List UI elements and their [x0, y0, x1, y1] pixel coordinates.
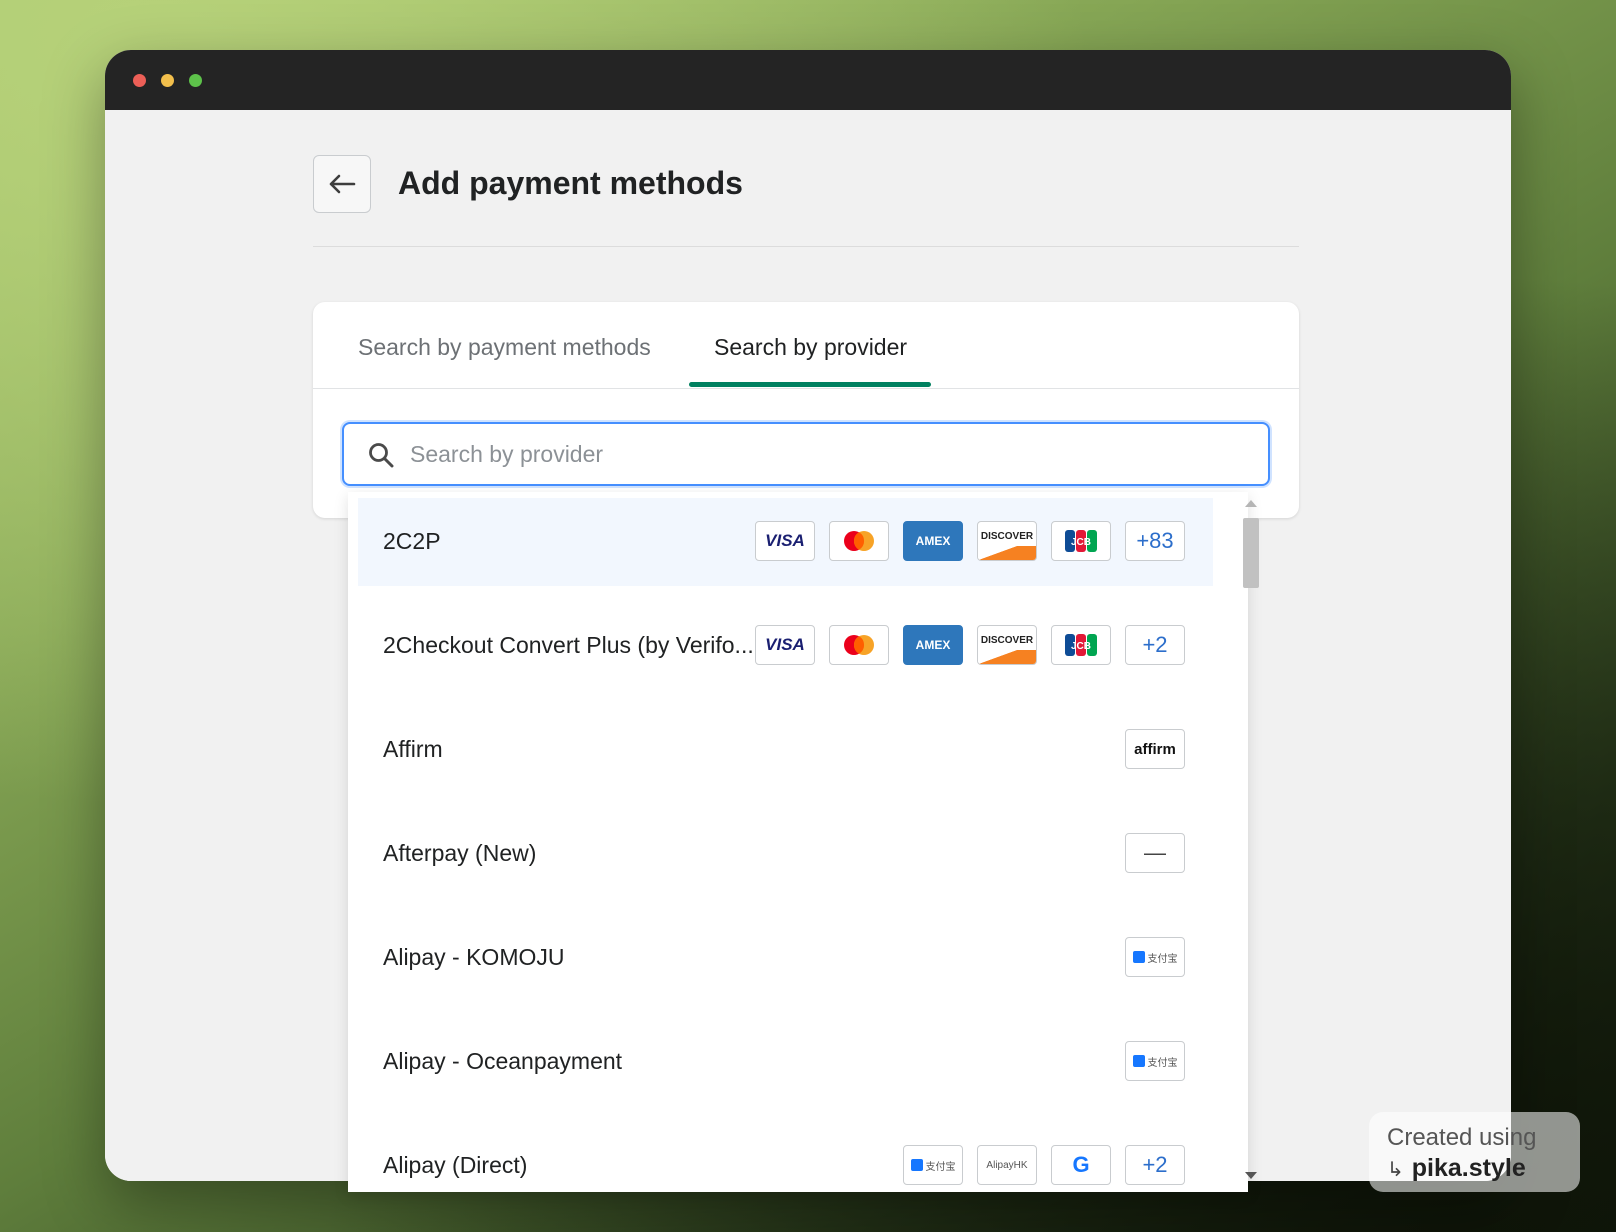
discover-logo-icon: DISCOVER [977, 625, 1037, 665]
g-logo-icon: G [1051, 1145, 1111, 1185]
provider-row-2c2p[interactable]: 2C2P VISA AMEX DISCOVER JCB +83 [358, 498, 1213, 586]
search-field[interactable] [342, 422, 1270, 486]
back-button[interactable] [313, 155, 371, 213]
provider-row-2checkout[interactable]: 2Checkout Convert Plus (by Verifo... VIS… [358, 602, 1213, 690]
close-window-button[interactable] [133, 74, 146, 87]
provider-row-alipay-komoju[interactable]: Alipay - KOMOJU 支付宝 [358, 914, 1213, 1002]
more-methods-badge: +83 [1125, 521, 1185, 561]
discover-text: DISCOVER [980, 634, 1034, 646]
provider-name: Alipay (Direct) [383, 1152, 528, 1178]
header-divider [313, 246, 1299, 247]
zoom-window-button[interactable] [189, 74, 202, 87]
search-icon [369, 443, 394, 468]
visa-logo-icon: VISA [755, 625, 815, 665]
jcb-logo-icon: JCB [1051, 625, 1111, 665]
jcb-logo-icon: JCB [1051, 521, 1111, 561]
mastercard-logo-icon [829, 521, 889, 561]
svg-text:JCB: JCB [1071, 537, 1091, 548]
scroll-down-arrow-icon[interactable] [1245, 1172, 1257, 1179]
payment-logos: VISA AMEX DISCOVER JCB +83 [755, 521, 1185, 561]
provider-name: Alipay - KOMOJU [383, 944, 565, 970]
provider-name: 2C2P [383, 528, 441, 554]
affirm-logo-icon: affirm [1125, 729, 1185, 769]
payment-logos: — [1125, 833, 1185, 873]
amex-logo-icon: AMEX [903, 625, 963, 665]
svg-text:JCB: JCB [1071, 641, 1091, 652]
provider-name: Alipay - Oceanpayment [383, 1048, 623, 1074]
return-arrow-icon: ↳ [1387, 1159, 1404, 1181]
payment-logos: VISA AMEX DISCOVER JCB +2 [755, 625, 1185, 665]
provider-name: 2Checkout Convert Plus (by Verifo... [383, 632, 754, 658]
search-card: Search by payment methods Search by prov… [313, 302, 1299, 518]
search-input[interactable] [410, 436, 1250, 472]
watermark-line2: ↳ pika.style [1387, 1154, 1562, 1183]
payment-logos: affirm [1125, 729, 1185, 769]
payment-logos: 支付宝 [1125, 937, 1185, 977]
provider-name: Affirm [383, 736, 443, 762]
discover-logo-icon: DISCOVER [977, 521, 1037, 561]
provider-row-afterpay[interactable]: Afterpay (New) — [358, 810, 1213, 898]
watermark-line1: Created using [1387, 1124, 1537, 1151]
more-methods-badge: +2 [1125, 625, 1185, 665]
provider-dropdown: 2C2P VISA AMEX DISCOVER JCB +83 2Checkou… [348, 492, 1248, 1192]
page-title: Add payment methods [398, 165, 743, 201]
provider-name: Afterpay (New) [383, 840, 537, 866]
scroll-thumb[interactable] [1243, 518, 1259, 588]
provider-row-alipay-direct[interactable]: Alipay (Direct) 支付宝 AlipayHK G +2 [358, 1122, 1213, 1192]
dropdown-scrollbar[interactable] [1240, 492, 1262, 1182]
amex-logo-icon: AMEX [903, 521, 963, 561]
alipayhk-logo-icon: AlipayHK [977, 1145, 1037, 1185]
active-tab-indicator [689, 382, 931, 387]
alipay-logo-icon: 支付宝 [1125, 1041, 1185, 1081]
alipay-text: 支付宝 [1147, 1057, 1178, 1069]
provider-row-affirm[interactable]: Affirm affirm [358, 706, 1213, 794]
tab-search-by-payment-methods[interactable]: Search by payment methods [358, 334, 651, 361]
payment-logos: 支付宝 AlipayHK G +2 [903, 1145, 1185, 1185]
alipay-logo-icon: 支付宝 [1125, 937, 1185, 977]
alipay-text: 支付宝 [925, 1161, 956, 1173]
more-methods-badge: +2 [1125, 1145, 1185, 1185]
tab-bar: Search by payment methods Search by prov… [313, 302, 1299, 389]
watermark-badge: Created using ↳ pika.style [1369, 1112, 1580, 1192]
visa-logo-icon: VISA [755, 521, 815, 561]
alipay-text: 支付宝 [1147, 953, 1178, 965]
minimize-window-button[interactable] [161, 74, 174, 87]
discover-text: DISCOVER [980, 530, 1034, 542]
dash-placeholder-icon: — [1125, 833, 1185, 873]
arrow-left-icon [329, 174, 356, 194]
scroll-up-arrow-icon[interactable] [1245, 500, 1257, 507]
provider-row-alipay-oceanpayment[interactable]: Alipay - Oceanpayment 支付宝 [358, 1018, 1213, 1106]
mastercard-logo-icon [829, 625, 889, 665]
watermark-brand: pika.style [1411, 1154, 1526, 1182]
title-bar [105, 50, 1511, 110]
payment-logos: 支付宝 [1125, 1041, 1185, 1081]
tab-search-by-provider[interactable]: Search by provider [714, 334, 907, 361]
alipay-logo-icon: 支付宝 [903, 1145, 963, 1185]
